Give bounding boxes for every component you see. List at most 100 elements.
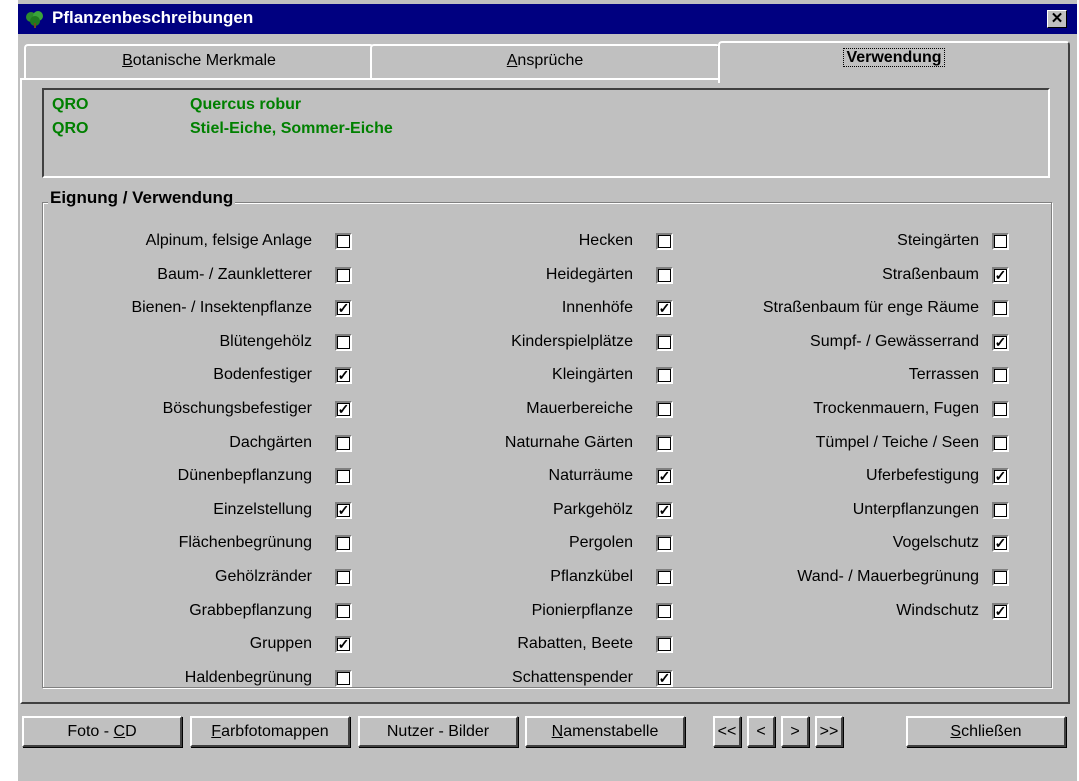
checkbox-label: Grabbepflanzung [189, 602, 312, 619]
nutzer-bilder-button[interactable]: Nutzer - Bilder [358, 716, 518, 747]
plant-icon [26, 11, 43, 28]
usage-checkbox[interactable] [656, 334, 673, 351]
usage-checkbox[interactable] [335, 670, 352, 687]
checkbox-label: Tümpel / Teiche / Seen [815, 434, 979, 451]
usage-checkbox[interactable]: ✓ [656, 300, 673, 317]
checkbox-label: Naturnahe Gärten [504, 434, 633, 451]
usage-checkbox[interactable]: ✓ [656, 468, 673, 485]
tab-label: Verwendung [843, 48, 945, 67]
checkbox-label: Steingärten [897, 232, 979, 249]
farbfotomappen-button[interactable]: Farbfotomappen [190, 716, 350, 747]
checkmark-icon: ✓ [337, 502, 350, 518]
usage-checkbox[interactable] [656, 267, 673, 284]
checkmark-icon: ✓ [337, 300, 350, 316]
plant-botanical-name: Quercus robur [190, 96, 302, 113]
checkbox-label: Naturräume [548, 467, 633, 484]
checkbox-label: Trockenmauern, Fugen [813, 400, 979, 417]
checkbox-label: Böschungsbefestiger [162, 400, 312, 417]
usage-checkbox[interactable] [992, 435, 1009, 452]
usage-checkbox[interactable]: ✓ [992, 468, 1009, 485]
checkbox-label: Innenhöfe [561, 299, 633, 316]
checkbox-label: Straßenbaum [882, 266, 979, 283]
usage-checkbox[interactable]: ✓ [656, 502, 673, 519]
usage-checkbox[interactable] [656, 401, 673, 418]
title-bar[interactable]: Pflanzenbeschreibungen ✕ [18, 4, 1077, 34]
checkbox-label: Flächenbegrünung [178, 534, 312, 551]
checkmark-icon: ✓ [994, 468, 1007, 484]
close-button[interactable]: ✕ [1047, 10, 1067, 28]
checkbox-label: Gruppen [249, 635, 312, 652]
checkmark-icon: ✓ [994, 334, 1007, 350]
checkmark-icon: ✓ [658, 468, 671, 484]
usage-checkbox[interactable] [656, 233, 673, 250]
usage-checkbox[interactable]: ✓ [992, 267, 1009, 284]
usage-checkbox[interactable] [335, 535, 352, 552]
plant-code: QRO [52, 96, 89, 113]
checkbox-label: Uferbefestigung [866, 467, 979, 484]
checkmark-icon: ✓ [994, 603, 1007, 619]
usage-checkbox[interactable] [656, 569, 673, 586]
checkbox-label: Windschutz [896, 602, 979, 619]
checkbox-label: Wand- / Mauerbegrünung [797, 568, 979, 585]
checkbox-label: Pionierpflanze [531, 602, 633, 619]
foto-cd-button[interactable]: Foto - CD [22, 716, 182, 747]
last-record-button[interactable]: >> [815, 716, 843, 747]
checkbox-label: Alpinum, felsige Anlage [145, 232, 312, 249]
usage-checkbox[interactable] [335, 435, 352, 452]
group-label: Eignung / Verwendung [48, 188, 236, 208]
usage-checkbox[interactable] [335, 334, 352, 351]
usage-checkbox[interactable] [992, 569, 1009, 586]
usage-checkbox[interactable] [992, 233, 1009, 250]
app-window: Pflanzenbeschreibungen ✕ Botanische Merk… [18, 0, 1077, 781]
checkbox-label: Terrassen [908, 366, 979, 383]
tab-verwendung[interactable]: Verwendung [718, 41, 1070, 83]
checkmark-icon: ✓ [658, 502, 671, 518]
first-record-button[interactable]: << [713, 716, 741, 747]
tab-label: Botanische Merkmale [122, 52, 276, 69]
usage-checkbox[interactable]: ✓ [992, 603, 1009, 620]
usage-checkbox[interactable] [992, 367, 1009, 384]
tab-botanische-merkmale[interactable]: Botanische Merkmale [24, 44, 374, 80]
usage-checkbox[interactable] [335, 267, 352, 284]
checkbox-label: Pergolen [568, 534, 633, 551]
usage-checkbox[interactable] [335, 603, 352, 620]
window-title: Pflanzenbeschreibungen [52, 8, 254, 27]
checkbox-label: Einzelstellung [213, 501, 312, 518]
usage-checkbox[interactable] [656, 367, 673, 384]
checkmark-icon: ✓ [658, 670, 671, 686]
usage-checkbox[interactable] [656, 603, 673, 620]
usage-checkbox[interactable] [335, 233, 352, 250]
usage-checkbox[interactable]: ✓ [656, 670, 673, 687]
checkmark-icon: ✓ [658, 300, 671, 316]
schliessen-button[interactable]: Schließen [906, 716, 1066, 747]
usage-checkbox[interactable]: ✓ [335, 401, 352, 418]
checkbox-label: Bienen- / Insektenpflanze [131, 299, 312, 316]
usage-checkbox[interactable]: ✓ [335, 636, 352, 653]
tab-ansprueche[interactable]: Ansprüche [370, 44, 720, 80]
usage-checkbox[interactable] [656, 636, 673, 653]
checkmark-icon: ✓ [337, 401, 350, 417]
checkbox-label: Hecken [578, 232, 633, 249]
checkbox-label: Heidegärten [545, 266, 633, 283]
checkbox-label: Haldenbegrünung [184, 669, 312, 686]
usage-checkbox[interactable]: ✓ [335, 367, 352, 384]
usage-checkbox[interactable] [335, 468, 352, 485]
namenstabelle-button[interactable]: Namenstabelle [525, 716, 685, 747]
usage-checkbox[interactable]: ✓ [335, 300, 352, 317]
close-icon: ✕ [1050, 10, 1064, 27]
prev-record-button[interactable]: < [747, 716, 775, 747]
usage-checkbox[interactable] [656, 535, 673, 552]
usage-checkbox[interactable] [992, 401, 1009, 418]
usage-checkbox[interactable] [335, 569, 352, 586]
checkmark-icon: ✓ [994, 267, 1007, 283]
usage-checkbox[interactable] [992, 502, 1009, 519]
usage-checkbox[interactable]: ✓ [992, 535, 1009, 552]
usage-checkbox[interactable] [656, 435, 673, 452]
checkbox-label: Dünenbepflanzung [177, 467, 312, 484]
tab-panel-verwendung: QRO Quercus robur QRO Stiel-Eiche, Somme… [20, 78, 1070, 704]
usage-checkbox[interactable]: ✓ [335, 502, 352, 519]
next-record-button[interactable]: > [781, 716, 809, 747]
usage-checkbox[interactable]: ✓ [992, 334, 1009, 351]
checkbox-label: Sumpf- / Gewässerrand [810, 333, 979, 350]
usage-checkbox[interactable] [992, 300, 1009, 317]
